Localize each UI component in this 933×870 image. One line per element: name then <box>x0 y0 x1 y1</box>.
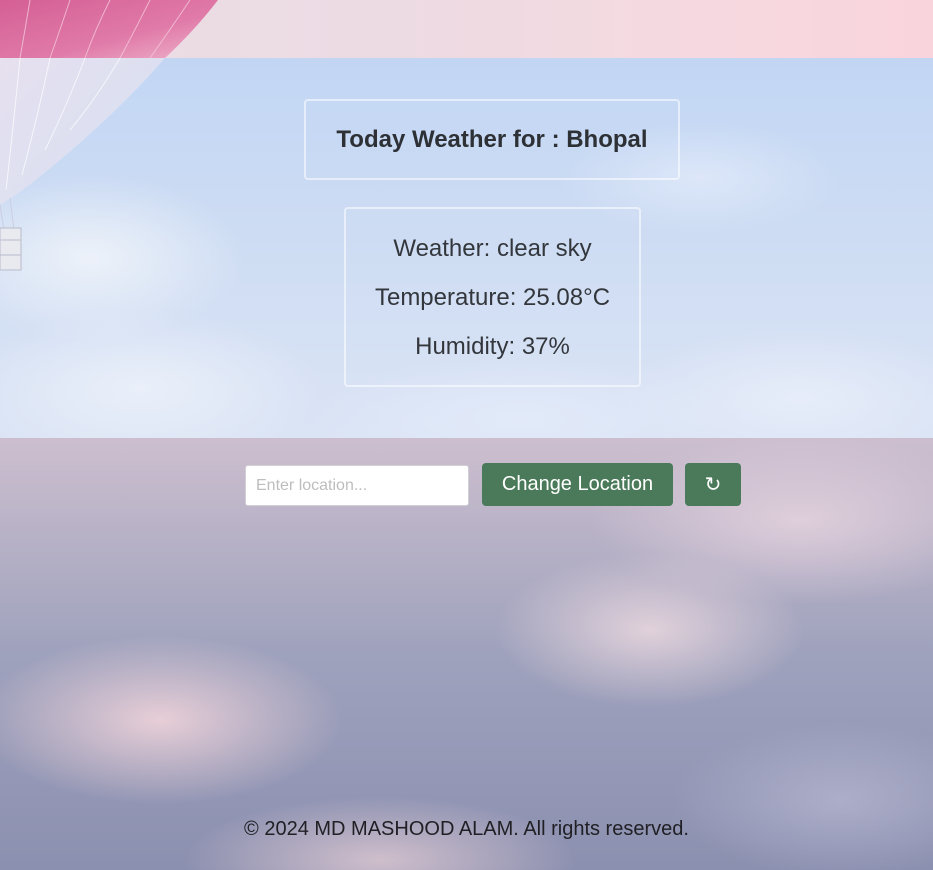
weather-title-card: Today Weather for : Bhopal <box>304 99 680 180</box>
hot-air-balloon-image <box>0 0 218 271</box>
location-input[interactable] <box>245 465 469 506</box>
weather-details-card: Weather: clear sky Temperature: 25.08°C … <box>344 207 641 387</box>
temperature-reading: Temperature: 25.08°C <box>374 284 611 311</box>
change-location-label: Change Location <box>501 473 654 495</box>
refresh-icon: ↻ <box>704 474 722 496</box>
page-title: Today Weather for : Bhopal <box>336 125 648 153</box>
weather-description: Weather: clear sky <box>393 235 592 262</box>
location-controls: Change Location ↻ <box>0 463 933 507</box>
humidity-reading: Humidity: 37% <box>415 333 570 360</box>
footer-copyright: © 2024 MD MASHOOD ALAM. All rights reser… <box>244 818 689 840</box>
change-location-button[interactable]: Change Location <box>482 463 673 506</box>
refresh-button[interactable]: ↻ <box>685 463 741 506</box>
